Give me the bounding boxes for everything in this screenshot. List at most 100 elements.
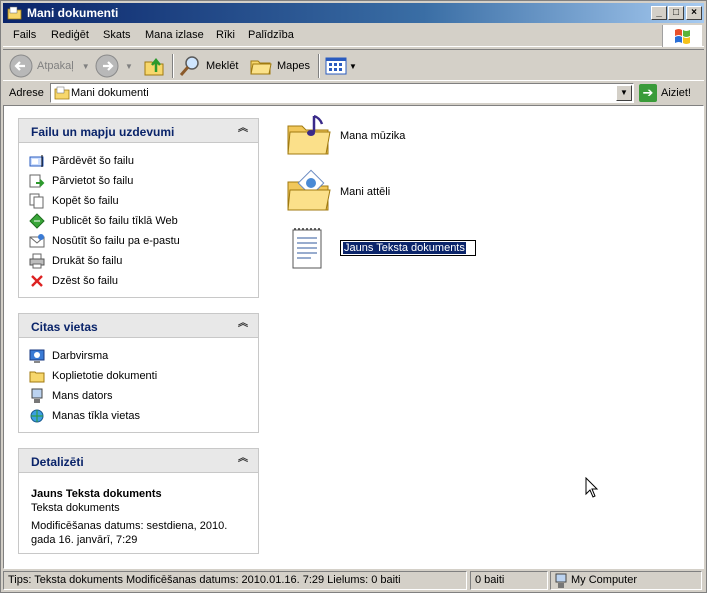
task-delete[interactable]: Dzēst šo failu <box>29 271 258 291</box>
print-icon <box>29 253 45 269</box>
text-document-icon <box>292 228 322 269</box>
task-publish-web[interactable]: Publicēt šo failu tīklā Web <box>29 211 258 231</box>
rename-selected-text: Jauns Teksta dokuments <box>343 242 466 254</box>
panel-title: Citas vietas <box>31 320 98 334</box>
task-rename[interactable]: Pārdēvēt šo failu <box>29 151 258 171</box>
maximize-button[interactable]: □ <box>668 6 684 20</box>
rename-input[interactable]: Jauns Teksta dokuments <box>340 240 476 256</box>
views-button[interactable]: ▼ <box>325 53 357 79</box>
detail-file-name: Jauns Teksta dokuments <box>31 488 162 500</box>
search-icon <box>179 56 199 76</box>
task-label: Pārvietot šo failu <box>52 175 134 187</box>
computer-icon <box>555 573 567 588</box>
go-label: Aiziet! <box>661 87 691 99</box>
panel-header[interactable]: Citas vietas ︽ <box>19 314 258 338</box>
forward-dropdown-icon[interactable]: ▼ <box>125 62 133 71</box>
file-tasks-panel: Failu un mapju uzdevumi ︽ Pārdēvēt šo fa… <box>18 118 259 298</box>
title-bar[interactable]: Mani dokumenti _ □ × <box>3 3 704 23</box>
mouse-cursor-icon <box>585 477 599 498</box>
panel-header[interactable]: Detalizēti ︽ <box>19 449 258 473</box>
back-arrow-icon <box>9 54 33 78</box>
toolbar-separator <box>318 54 320 78</box>
menu-view[interactable]: Skats <box>103 29 131 41</box>
back-dropdown-icon[interactable]: ▼ <box>82 62 90 71</box>
panel-title: Failu un mapju uzdevumi <box>31 125 175 139</box>
menu-help[interactable]: Palīdzība <box>248 29 294 41</box>
search-button[interactable]: Meklēt <box>178 53 238 79</box>
detail-modified-line1: Modificēšanas datums: sestdiena, 2010. <box>31 520 228 532</box>
computer-icon <box>31 388 43 403</box>
status-size: 0 baiti <box>470 571 548 590</box>
views-icon <box>325 57 347 75</box>
folder-icon <box>54 86 70 100</box>
place-label: Koplietotie dokumenti <box>52 370 158 382</box>
place-network[interactable]: Manas tīkla vietas <box>29 406 258 426</box>
folder-icon <box>29 371 45 383</box>
back-label: Atpakaļ <box>37 60 74 72</box>
task-move[interactable]: Pārvietot šo failu <box>29 171 258 191</box>
task-copy[interactable]: Kopēt šo failu <box>29 191 258 211</box>
close-button[interactable]: × <box>686 6 702 20</box>
task-label: Pārdēvēt šo failu <box>52 155 134 167</box>
toolbar-separator <box>172 54 174 78</box>
task-email[interactable]: Nosūtīt šo failu pa e-pastu <box>29 231 258 251</box>
details-panel: Detalizēti ︽ Jauns Teksta dokuments Teks… <box>18 448 259 554</box>
up-folder-button[interactable] <box>143 53 165 79</box>
back-button[interactable]: Atpakaļ ▼ <box>9 53 90 79</box>
collapse-chevron-icon[interactable]: ︽ <box>236 123 250 137</box>
copy-icon <box>29 193 44 209</box>
network-icon <box>30 409 44 423</box>
windows-logo <box>662 25 702 47</box>
rename-icon <box>29 155 44 167</box>
task-label: Nosūtīt šo failu pa e-pastu <box>52 235 180 247</box>
minimize-button[interactable]: _ <box>651 6 667 20</box>
address-input[interactable]: Mani dokumenti ▼ <box>50 83 634 103</box>
status-zone: My Computer <box>550 571 702 590</box>
place-label: Mans dators <box>52 390 113 402</box>
forward-button[interactable]: ▼ <box>95 53 133 79</box>
folders-button[interactable]: Mapes <box>249 53 310 79</box>
file-item[interactable]: Jauns Teksta dokuments <box>284 224 476 272</box>
file-label: Mana mūzika <box>340 130 406 142</box>
place-shared-documents[interactable]: Koplietotie dokumenti <box>29 366 258 386</box>
search-label: Meklēt <box>206 60 239 72</box>
place-label: Manas tīkla vietas <box>52 410 141 422</box>
menu-edit[interactable]: Rediģēt <box>51 29 89 41</box>
detail-file-type: Teksta dokuments <box>31 502 120 514</box>
task-print[interactable]: Drukāt šo failu <box>29 251 258 271</box>
file-item[interactable]: Mani attēli <box>284 168 390 216</box>
task-label: Drukāt šo failu <box>52 255 123 267</box>
task-label: Dzēst šo failu <box>52 275 119 287</box>
file-item[interactable]: Mana mūzika <box>284 112 405 160</box>
window-title: Mani dokumenti <box>27 6 119 20</box>
delete-icon <box>31 275 43 287</box>
collapse-chevron-icon[interactable]: ︽ <box>236 318 250 332</box>
menu-file[interactable]: Fails <box>13 29 36 41</box>
forward-arrow-icon <box>95 54 119 78</box>
folder-icon <box>7 6 22 20</box>
email-icon <box>29 234 45 248</box>
folders-icon <box>250 60 272 75</box>
file-label: Mani attēli <box>340 186 391 198</box>
move-icon <box>29 174 45 188</box>
collapse-chevron-icon[interactable]: ︽ <box>236 453 250 467</box>
views-dropdown-icon[interactable]: ▼ <box>349 62 357 71</box>
place-my-computer[interactable]: Mans dators <box>29 386 258 406</box>
other-places-panel: Citas vietas ︽ Darbvirsma Koplietotie do… <box>18 313 259 433</box>
panel-header[interactable]: Failu un mapju uzdevumi ︽ <box>19 119 258 143</box>
panel-title: Detalizēti <box>31 455 84 469</box>
up-folder-icon <box>144 57 164 76</box>
menu-tools[interactable]: Rīki <box>216 29 235 41</box>
go-button[interactable]: ➔ Aiziet! <box>639 83 691 103</box>
menu-bar: Fails Rediģēt Skats Mana izlase Rīki Pal… <box>3 25 704 47</box>
explorer-window: Mani dokumenti _ □ × Fails Rediģēt Skats… <box>0 0 707 593</box>
place-desktop[interactable]: Darbvirsma <box>29 346 258 366</box>
address-dropdown-icon[interactable]: ▼ <box>616 85 632 101</box>
publish-web-icon <box>29 213 45 229</box>
place-label: Darbvirsma <box>52 350 109 362</box>
detail-modified-line2: gada 16. janvārī, 7:29 <box>31 534 138 546</box>
content-area: Failu un mapju uzdevumi ︽ Pārdēvēt šo fa… <box>3 105 704 569</box>
address-label: Adrese <box>9 87 44 99</box>
task-label: Publicēt šo failu tīklā Web <box>52 215 178 227</box>
menu-favorites[interactable]: Mana izlase <box>145 29 204 41</box>
